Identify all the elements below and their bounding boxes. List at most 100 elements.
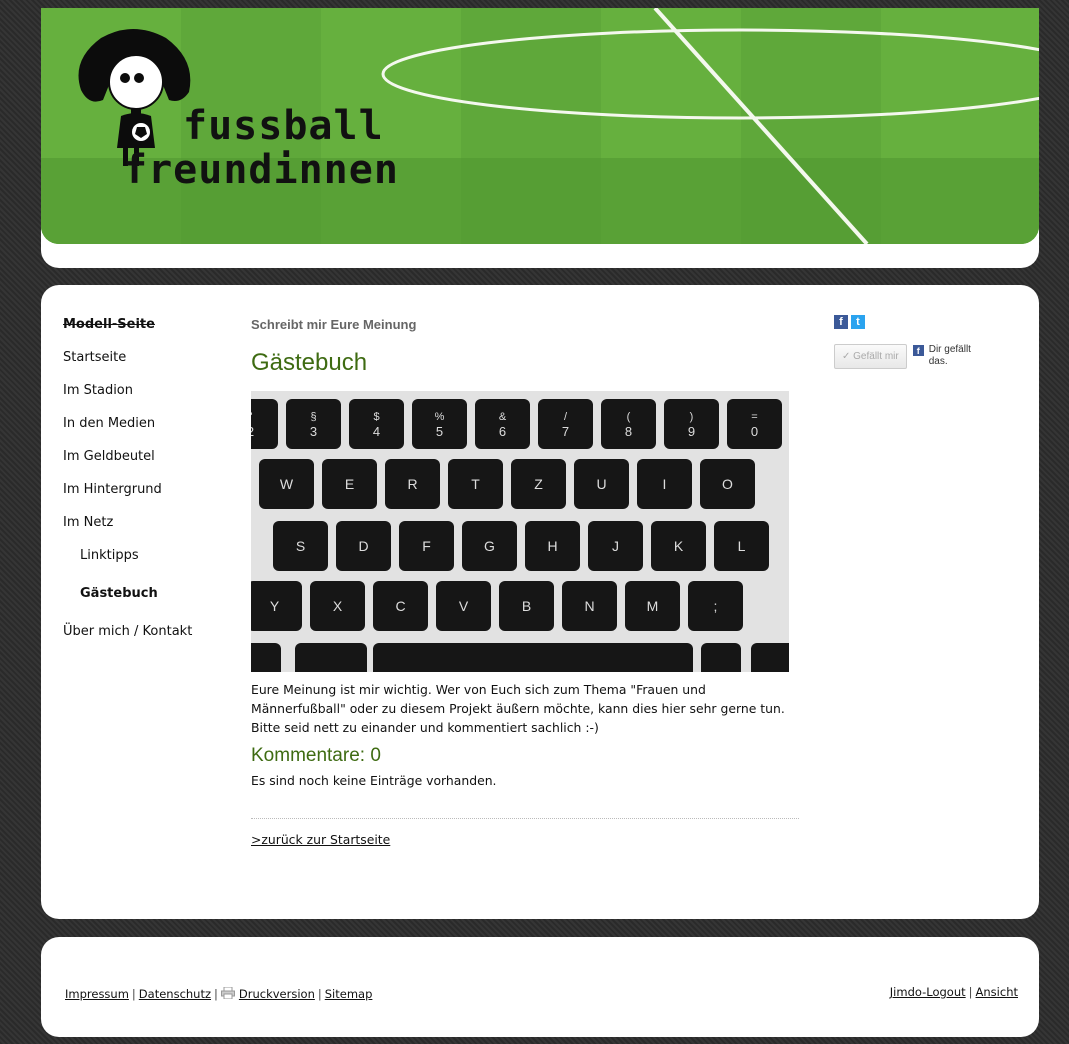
jimdo-logout-link[interactable]: Jimdo-Logout [890,985,966,999]
svg-text:%: % [435,411,445,423]
keyboard-key: M [625,581,680,631]
sitemap-link[interactable]: Sitemap [325,987,373,1001]
separator: | [968,985,973,999]
svg-text:;: ; [714,598,718,614]
keyboard-key: J [588,521,643,571]
svg-text:=: = [751,411,757,423]
ansicht-link[interactable]: Ansicht [976,985,1018,999]
content-area: Modell-Seite Startseite Im Stadion In de… [41,285,1039,919]
keyboard-key: D [336,521,391,571]
keyboard-key: H [525,521,580,571]
keyboard-key: "2 [251,399,278,449]
sidebar-item-im-netz[interactable]: Im Netz [63,515,243,531]
druckversion-link[interactable]: Druckversion [239,987,315,1001]
keyboard-key: N [562,581,617,631]
facebook-share-icon[interactable]: f [834,315,848,329]
separator: | [317,987,322,1001]
keyboard-key: §3 [286,399,341,449]
impressum-link[interactable]: Impressum [65,987,129,1001]
sidebar-item-im-hintergrund[interactable]: Im Hintergrund [63,482,243,498]
svg-text:G: G [484,538,495,554]
footer-links: Impressum | Datenschutz | Druckversion | Sitem… [65,987,372,1001]
like-info: f Dir gefällt das. [912,344,981,368]
keyboard-key: Y [251,581,302,631]
svg-text:5: 5 [436,424,443,439]
keyboard-key: V [436,581,491,631]
sidebar-nav: Modell-Seite Startseite Im Stadion In de… [63,317,243,657]
twitter-share-icon[interactable]: t [851,315,865,329]
svg-text:T: T [471,476,480,492]
keyboard-key [373,643,693,672]
svg-text:2: 2 [251,424,254,439]
svg-text:4: 4 [373,424,380,439]
svg-text:V: V [459,598,469,614]
footer: Impressum | Datenschutz | Druckversion | Sitem… [41,937,1039,1037]
keyboard-key [295,643,367,672]
svg-text:8: 8 [625,424,632,439]
like-button[interactable]: ✓ Gefällt mir [834,344,907,369]
svg-text:I: I [663,476,667,492]
svg-text:3: 3 [310,424,317,439]
sidebar-item-linktipps[interactable]: Linktipps [63,548,243,564]
logo-line-1: fussball [183,103,384,149]
sidebar-item-in-den-medien[interactable]: In den Medien [63,416,243,432]
svg-text:C: C [395,598,405,614]
svg-text:S: S [296,538,305,554]
svg-text:U: U [596,476,606,492]
divider [251,818,799,819]
sidebar-item-modell-seite[interactable]: Modell-Seite [63,317,243,333]
keyboard-key: ; [688,581,743,631]
separator: | [214,987,218,1001]
svg-text:X: X [333,598,343,614]
keyboard-key: F [399,521,454,571]
sidebar-item-startseite[interactable]: Startseite [63,350,243,366]
back-to-home-link[interactable]: >zurück zur Startseite [251,832,390,847]
social-sidebar: f t ✓ Gefällt mir f Dir gefällt das. [834,315,1024,369]
page-title: Gästebuch [251,349,368,376]
no-entries-text: Es sind noch keine Einträge vorhanden. [251,773,497,788]
keyboard-key: =0 [727,399,782,449]
keyboard-key: G [462,521,517,571]
datenschutz-link[interactable]: Datenschutz [139,987,211,1001]
header: fussball freundinnen [41,8,1039,268]
keyboard-key: B [499,581,554,631]
svg-text:7: 7 [562,424,569,439]
keyboard-key: $4 [349,399,404,449]
svg-text:J: J [612,538,619,554]
svg-text:6: 6 [499,424,506,439]
svg-text:D: D [358,538,368,554]
separator: | [131,987,136,1001]
sidebar-item-ueber-mich-kontakt[interactable]: Über mich / Kontakt [63,624,243,640]
keyboard-key: T [448,459,503,509]
keyboard-key: %5 [412,399,467,449]
like-status-text: Dir gefällt das. [928,344,971,367]
svg-text:&: & [499,411,507,423]
keyboard-key: O [700,459,755,509]
svg-text:0: 0 [751,424,758,439]
sidebar-item-im-stadion[interactable]: Im Stadion [63,383,243,399]
sidebar-item-im-geldbeutel[interactable]: Im Geldbeutel [63,449,243,465]
keyboard-key: (8 [601,399,656,449]
keyboard-key: &6 [475,399,530,449]
svg-text:L: L [738,538,746,554]
svg-text:E: E [345,476,354,492]
svg-text:M: M [647,598,659,614]
keyboard-key: R [385,459,440,509]
svg-text:Y: Y [270,598,280,614]
sidebar-item-gaestebuch[interactable]: Gästebuch [63,586,243,602]
keyboard-key: /7 [538,399,593,449]
keyboard-key: )9 [664,399,719,449]
page-subtitle: Schreibt mir Eure Meinung [251,317,417,332]
comments-count: Kommentare: 0 [251,745,381,766]
keyboard-key: U [574,459,629,509]
svg-text:Z: Z [534,476,543,492]
keyboard-key: W [259,459,314,509]
svg-text:N: N [584,598,594,614]
keyboard-key: L [714,521,769,571]
svg-text:(: ( [627,411,631,423]
main-content: Schreibt mir Eure Meinung Gästebuch "2§3… [251,317,799,848]
facebook-icon: f [912,345,924,356]
share-icons: f t [834,315,1024,329]
header-banner: fussball freundinnen [41,8,1039,244]
keyboard-key [251,643,281,672]
